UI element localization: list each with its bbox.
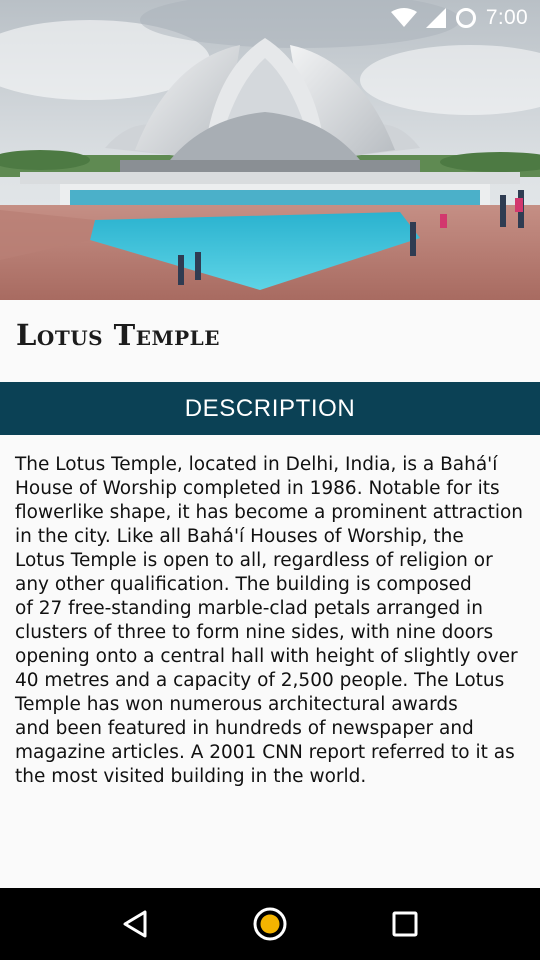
home-icon: [253, 907, 287, 941]
title-block: Lotus Temple: [0, 300, 540, 382]
hero-image: [0, 0, 540, 300]
wifi-icon: [390, 8, 417, 28]
description-header-label: DESCRIPTION: [184, 394, 356, 422]
screen: 7:00 Lotus Temple DESCRIPTION The Lotus …: [0, 0, 540, 960]
navigation-bar: [0, 888, 540, 960]
status-bar: 7:00: [0, 0, 540, 36]
home-button[interactable]: [240, 894, 300, 954]
sync-circle-icon: [455, 7, 477, 29]
cellular-signal-icon: [425, 8, 446, 28]
back-icon: [123, 910, 147, 938]
status-time: 7:00: [485, 6, 528, 29]
page-title: Lotus Temple: [16, 318, 220, 352]
description-text: The Lotus Temple, located in Delhi, Indi…: [15, 454, 524, 787]
recents-icon: [392, 911, 418, 937]
lotus-temple-photo: [0, 0, 540, 300]
home-accent-dot: [260, 914, 280, 934]
back-button[interactable]: [105, 894, 165, 954]
recents-button[interactable]: [375, 894, 435, 954]
description-header: DESCRIPTION: [0, 382, 540, 435]
